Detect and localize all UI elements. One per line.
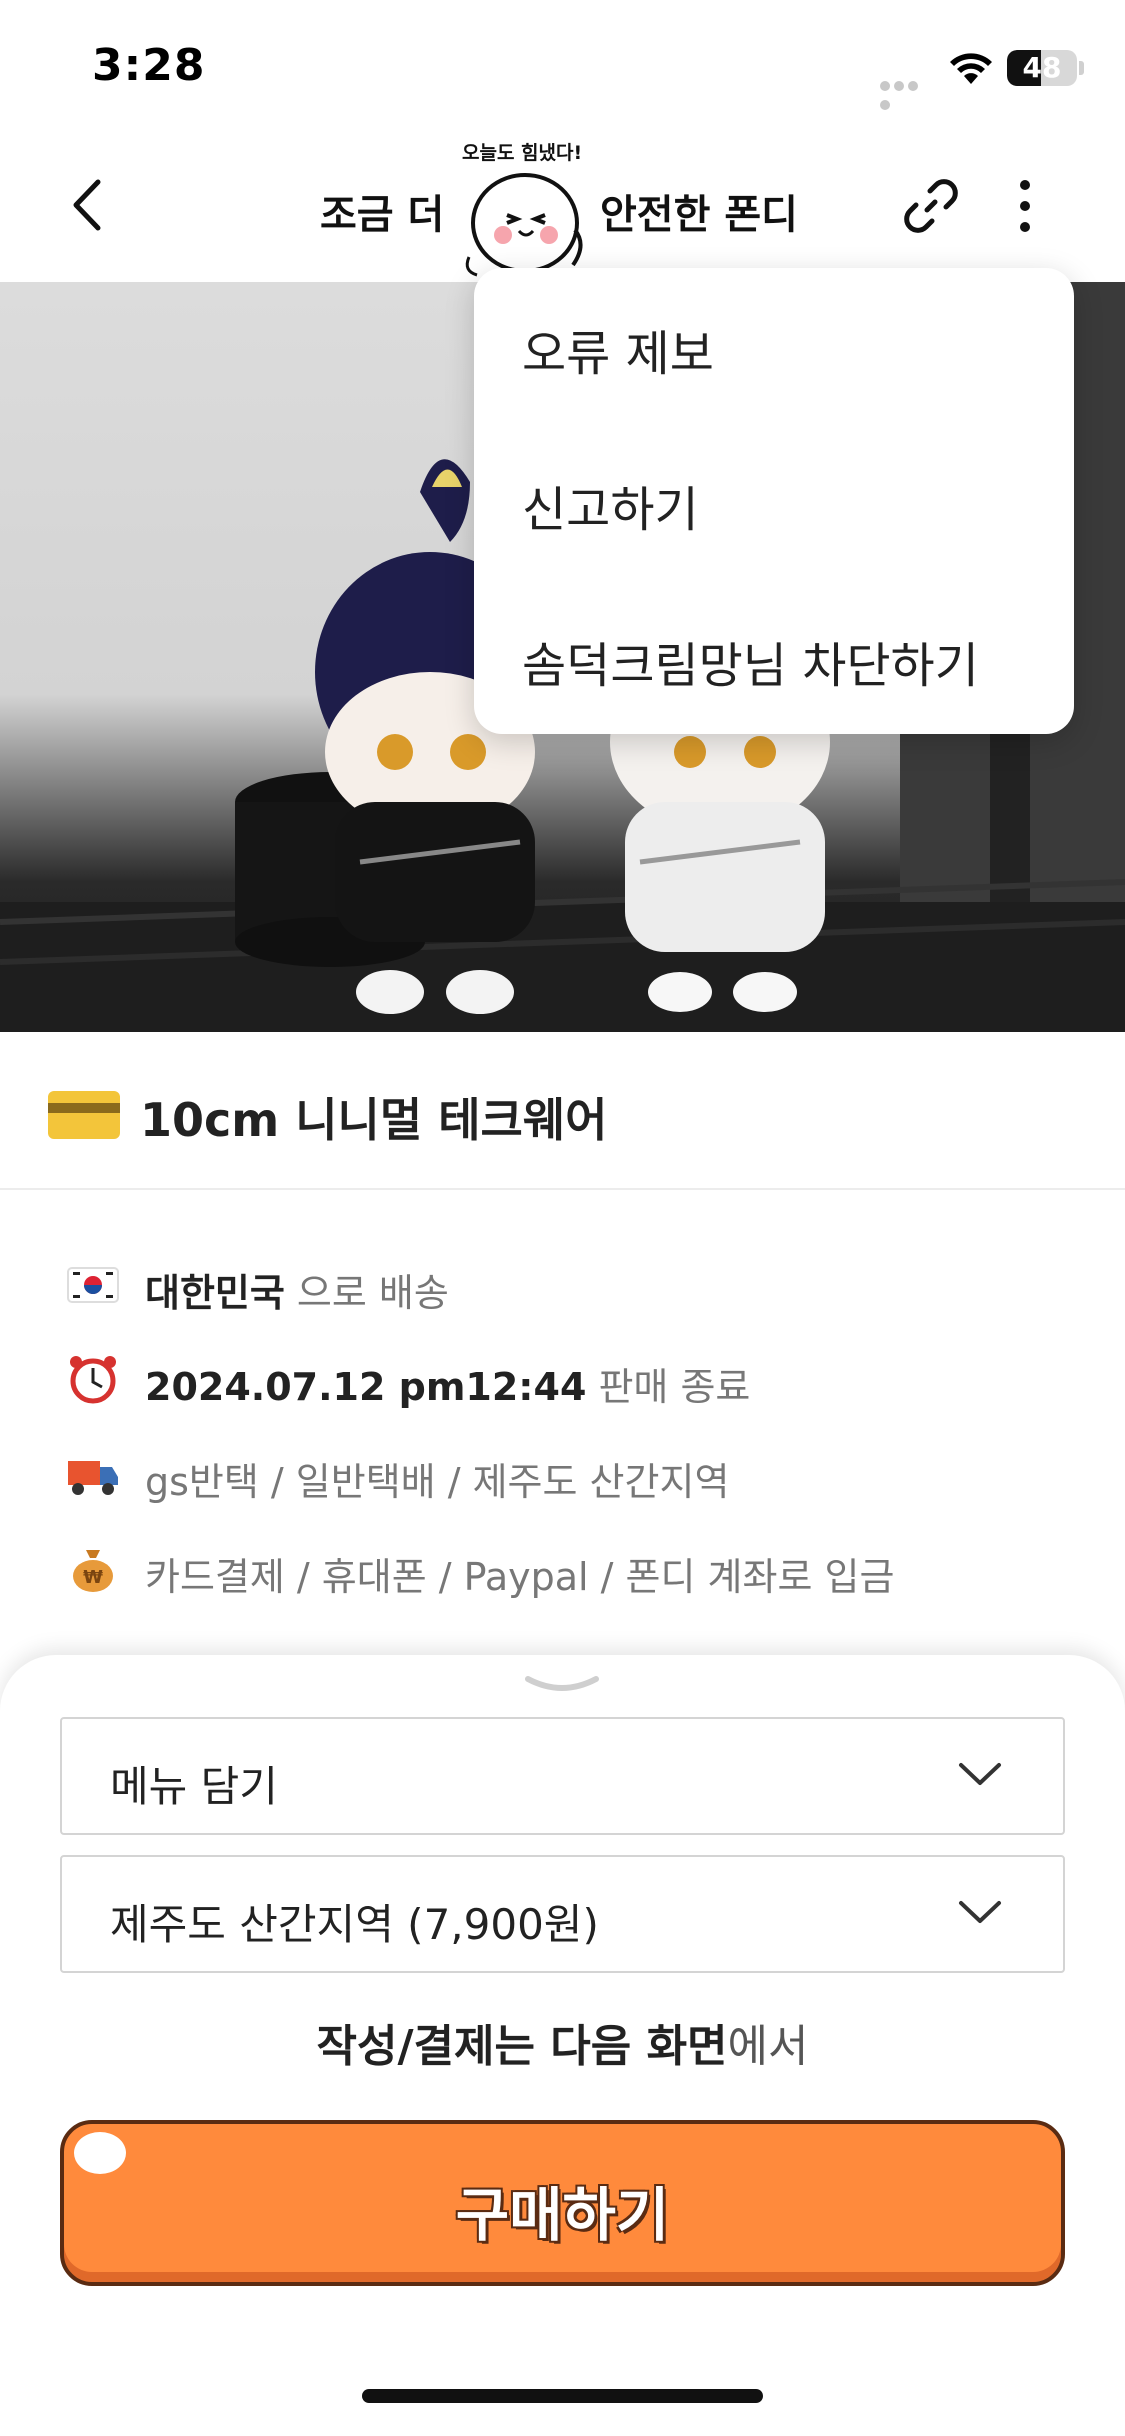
menu-item-block-user[interactable]: 솜덕크림망님 차단하기 <box>522 626 979 696</box>
korea-flag-icon <box>67 1267 119 1303</box>
link-icon[interactable] <box>900 175 962 237</box>
page-title-left: 조금 더 <box>320 192 445 238</box>
credit-card-icon <box>48 1091 120 1139</box>
battery-tip <box>1079 61 1084 75</box>
product-title: 10cm 니니멀 테크웨어 <box>140 1093 608 1147</box>
delivery-truck-icon <box>68 1461 118 1495</box>
shipping-country-name: 대한민국 <box>145 1271 285 1315</box>
mascot-logo <box>465 173 583 277</box>
menu-select-value: 메뉴 담기 <box>110 1762 278 1811</box>
svg-text:₩: ₩ <box>83 1567 103 1588</box>
more-options-menu: 오류 제보 신고하기 솜덕크림망님 차단하기 <box>474 268 1074 734</box>
delivery-methods-row: gs반택 / 일반택배 / 제주도 산간지역 <box>0 1443 1125 1504</box>
checkout-notice-rest: 에서 <box>727 2021 809 2072</box>
shipping-country-row: 대한민국 으로 배송 <box>0 1254 1125 1317</box>
cellular-signal-icon <box>880 76 934 110</box>
buy-button[interactable]: 구매하기 <box>60 2120 1065 2286</box>
delivery-methods-text: gs반택 / 일반택배 / 제주도 산간지역 <box>145 1460 730 1504</box>
sale-end-row: 2024.07.12 pm12:44 판매 종료 <box>0 1348 1125 1411</box>
payment-methods-row: ₩ 카드결제 / 휴대폰 / Paypal / 폰디 계좌로 입금 <box>0 1538 1125 1599</box>
sale-end-date: 2024.07.12 pm12:44 <box>145 1365 587 1409</box>
chevron-down-icon <box>959 1901 1001 1923</box>
status-bar: 3:28 48 <box>0 0 1125 130</box>
shipping-country-text: 대한민국 으로 배송 <box>145 1262 449 1317</box>
alarm-clock-icon <box>70 1356 116 1404</box>
page-title-right: 안전한 폰디 <box>600 192 798 238</box>
more-vertical-icon[interactable] <box>1005 175 1045 237</box>
payment-methods-text: 카드결제 / 휴대폰 / Paypal / 폰디 계좌로 입금 <box>145 1555 895 1599</box>
money-bag-icon: ₩ <box>73 1550 113 1592</box>
buy-button-label: 구매하기 <box>455 2181 670 2249</box>
menu-select[interactable]: 메뉴 담기 <box>60 1717 1065 1835</box>
shipping-country-suffix: 으로 배송 <box>284 1271 449 1315</box>
product-title-row: 10cm 니니멀 테크웨어 <box>0 1032 1125 1190</box>
battery-percent: 48 <box>1022 51 1062 84</box>
chevron-down-icon <box>959 1763 1001 1785</box>
wifi-icon <box>950 53 992 84</box>
back-icon[interactable] <box>60 170 120 240</box>
checkout-notice-bold: 작성/결제는 다음 화면 <box>316 2021 728 2072</box>
battery-icon: 48 <box>1007 50 1077 86</box>
home-indicator[interactable] <box>362 2389 763 2403</box>
sheet-grabber-icon[interactable] <box>522 1673 602 1695</box>
menu-item-report-error[interactable]: 오류 제보 <box>522 314 714 384</box>
app-header: 조금 더 오늘도 힘냈다! 안전한 폰디 <box>0 130 1125 280</box>
purchase-bottom-sheet: 메뉴 담기 제주도 산간지역 (7,900원) 작성/결제는 다음 화면에서 구… <box>0 1655 1125 2436</box>
checkout-notice: 작성/결제는 다음 화면에서 <box>0 2010 1125 2074</box>
sale-end-text: 2024.07.12 pm12:44 판매 종료 <box>145 1356 750 1411</box>
shipping-select[interactable]: 제주도 산간지역 (7,900원) <box>60 1855 1065 1973</box>
status-time: 3:28 <box>92 40 206 91</box>
shipping-select-value: 제주도 산간지역 (7,900원) <box>110 1900 599 1949</box>
menu-item-report[interactable]: 신고하기 <box>522 470 699 540</box>
sale-end-suffix: 판매 종료 <box>586 1365 751 1409</box>
